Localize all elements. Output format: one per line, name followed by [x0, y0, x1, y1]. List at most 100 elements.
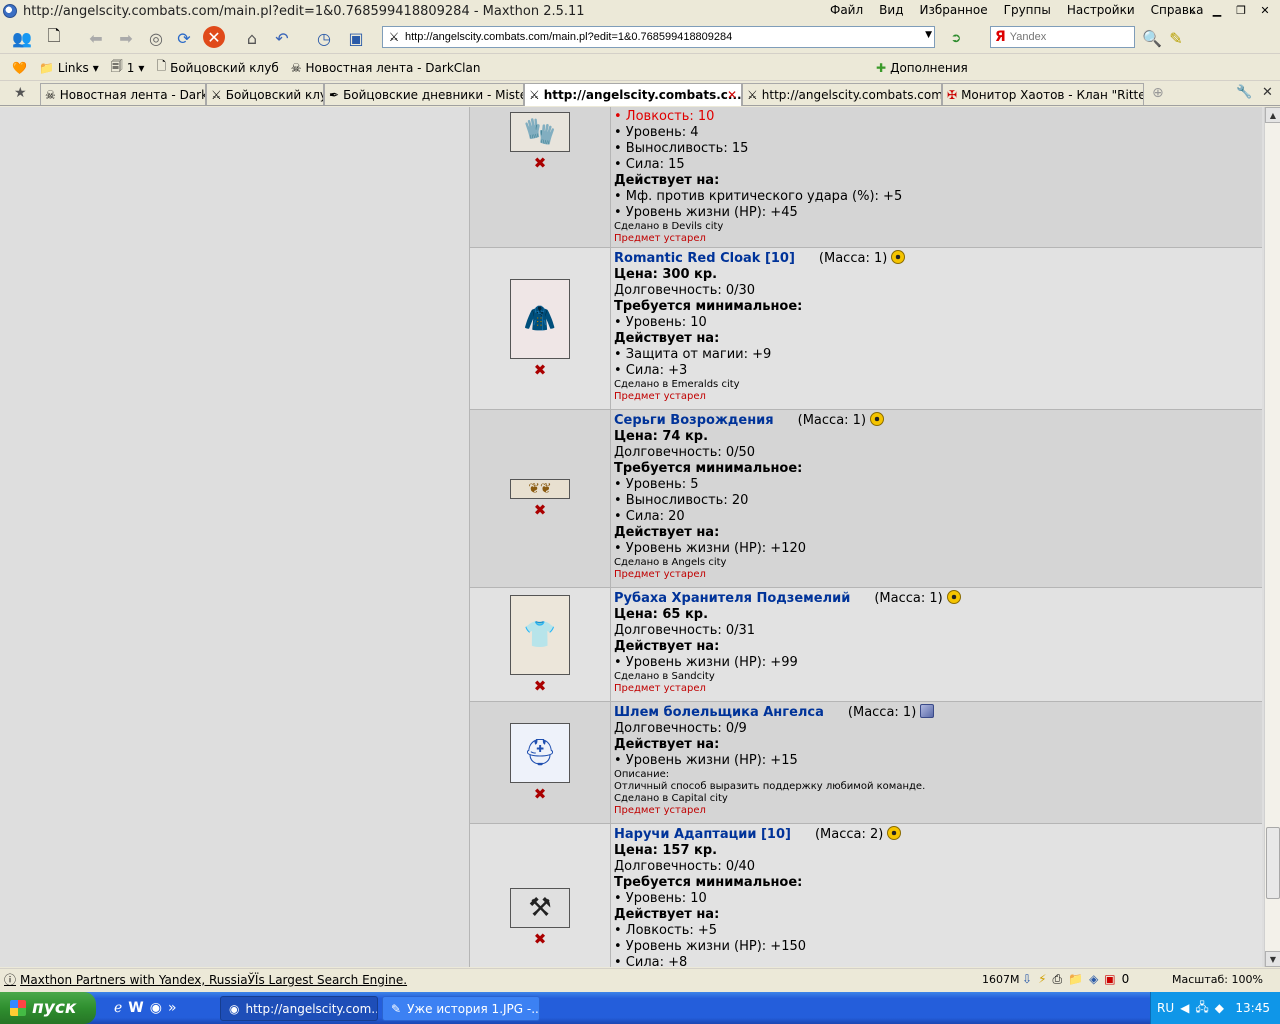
menu-settings[interactable]: Настройки: [1059, 3, 1143, 17]
close-button[interactable]: ✕: [1254, 2, 1276, 18]
cloak-icon[interactable]: 🧥: [510, 278, 570, 359]
scroll-thumb[interactable]: [1266, 827, 1280, 899]
clock-icon[interactable]: ◷: [312, 26, 336, 50]
chevron-down-icon[interactable]: ⌄: [1182, 2, 1204, 18]
taskbar: пуск ℯ W ◉ » ◉ http://angelscity.com.... …: [0, 992, 1280, 1024]
addons-button[interactable]: ✚ Дополнения: [876, 61, 968, 75]
close-tab-icon[interactable]: ✕: [727, 88, 737, 102]
back-icon[interactable]: ⬅: [84, 26, 108, 50]
item-name-link[interactable]: Рубаха Хранителя Подземелий: [614, 591, 850, 606]
scroll-up-icon[interactable]: ▲: [1265, 107, 1280, 123]
item-name-link[interactable]: Romantic Red Cloak [10]: [614, 251, 795, 266]
close-all-icon[interactable]: ✕: [1262, 85, 1273, 100]
home-icon[interactable]: ⌂: [240, 26, 264, 50]
bracers-icon[interactable]: ⚒: [510, 888, 570, 928]
tab-darkclan[interactable]: ☠Новостная лента - DarkClan: [40, 83, 206, 105]
start-button[interactable]: пуск: [0, 992, 96, 1024]
screen-icon[interactable]: ▣: [344, 26, 368, 50]
delete-icon[interactable]: ✖: [534, 677, 547, 695]
search-input[interactable]: [1009, 31, 1110, 43]
history-drop-icon[interactable]: ◎: [144, 26, 168, 50]
screenshot-icon[interactable]: ◈: [1089, 972, 1098, 987]
star-icon[interactable]: ★: [14, 85, 27, 101]
item-name-link[interactable]: Шлем болельщика Ангелса: [614, 705, 824, 720]
status-message[interactable]: ⓘ Maxthon Partners with Yandex, RussiaЎЇs…: [4, 971, 407, 988]
search-box: Я: [990, 26, 1135, 48]
new-tab-icon[interactable]: 🗋: [42, 26, 66, 50]
vertical-scrollbar[interactable]: ▲ ▼: [1264, 107, 1280, 967]
scroll-down-icon[interactable]: ▼: [1265, 951, 1280, 967]
popup-block-icon[interactable]: ▣: [1104, 972, 1115, 987]
menu-favorites[interactable]: Избранное: [911, 3, 995, 17]
image-viewer-icon: ✎: [391, 1001, 402, 1016]
search-icon[interactable]: 🔍: [1140, 26, 1164, 50]
folder-icon[interactable]: 📁: [1068, 972, 1083, 987]
shirt-icon[interactable]: 👕: [510, 594, 570, 675]
taskbar-button-image[interactable]: ✎ Уже история 1.JPG -...: [382, 996, 540, 1021]
delete-icon[interactable]: ✖: [534, 501, 547, 519]
menu-bar: Файл Вид Избранное Группы Настройки Спра…: [822, 3, 1212, 17]
users-icon[interactable]: 👥: [10, 26, 34, 50]
stop-icon[interactable]: ✕: [203, 26, 225, 48]
tab-angelscity-main[interactable]: ⚔ http://angelscity.combats.c... ✕: [524, 83, 742, 106]
earrings-icon[interactable]: ❦❦: [510, 478, 570, 499]
group-1[interactable]: 🗐 1 ▾: [111, 57, 145, 78]
folder-icon: 📁: [38, 60, 54, 75]
quick-launch: ℯ W ◉ »: [114, 1000, 177, 1016]
gift-box-icon: [920, 704, 935, 718]
restore-button[interactable]: ❐: [1230, 2, 1252, 18]
back-circle-icon[interactable]: ◀: [1180, 1001, 1189, 1015]
chevron-right-icon[interactable]: »: [168, 1000, 177, 1016]
taskbar-button-maxthon[interactable]: ◉ http://angelscity.com....: [220, 996, 378, 1021]
delete-icon[interactable]: ✖: [534, 930, 547, 948]
chevron-down-icon[interactable]: ▼: [925, 30, 932, 40]
tab-fight-club[interactable]: ⚔ Бойцовский клуб: [206, 83, 324, 105]
forward-icon[interactable]: ➡: [114, 26, 138, 50]
menu-view[interactable]: Вид: [871, 3, 911, 17]
wrench-icon[interactable]: 🔧: [1236, 85, 1252, 100]
menu-groups[interactable]: Группы: [996, 3, 1059, 17]
swords-icon: ⚔: [747, 87, 758, 102]
tab-chaos-monitor[interactable]: ✠Монитор Хаотов - Клан "Ritter ...: [942, 83, 1144, 105]
page-icon: 🗋: [156, 59, 167, 73]
link-fight-club[interactable]: 🗋 Бойцовский клуб: [156, 57, 278, 78]
favorites-heart-icon[interactable]: 🧡: [12, 61, 27, 75]
refresh-icon[interactable]: ⟳: [172, 26, 196, 50]
item-name-link[interactable]: Серьги Возрождения: [614, 413, 774, 428]
security-icon[interactable]: ◆: [1215, 1001, 1224, 1015]
page-content: 🧤 ✖ • Ловкость: 10 • Уровень: 4 • Выносл…: [0, 107, 1280, 967]
item-name-link[interactable]: Наручи Адаптации [10]: [614, 827, 791, 842]
tab-bar: ★ ☠Новостная лента - DarkClan ⚔Бойцовски…: [0, 82, 1280, 106]
tab-angelscity-2[interactable]: ⚔ http://angelscity.combats.com/l...: [742, 83, 942, 105]
minimize-button[interactable]: ▁: [1206, 2, 1228, 18]
delete-icon[interactable]: ✖: [534, 361, 547, 379]
menu-file[interactable]: Файл: [822, 3, 871, 17]
go-icon[interactable]: ➲: [944, 26, 968, 50]
browser-icon[interactable]: ◉: [150, 1000, 162, 1016]
artifact-icon: [870, 412, 885, 426]
new-tab-plus-icon[interactable]: ⊕: [1152, 85, 1164, 101]
download-icon[interactable]: ⇩: [1022, 972, 1032, 987]
language-indicator[interactable]: RU: [1157, 1001, 1174, 1015]
network-icon[interactable]: 🖧: [1195, 998, 1208, 1019]
list-item: 👕 ✖ Рубаха Хранителя Подземелий (Масса: 1…: [470, 588, 1262, 702]
lightning-icon[interactable]: ⚡: [1038, 972, 1046, 987]
status-bar: ⓘ Maxthon Partners with Yandex, RussiaЎЇs…: [0, 968, 1280, 990]
word-icon[interactable]: W: [128, 1000, 143, 1016]
url-input[interactable]: [405, 31, 905, 43]
highlight-icon[interactable]: ✎: [1164, 26, 1188, 50]
zoom-level[interactable]: Масштаб: 100%: [1172, 973, 1263, 986]
helmet-icon[interactable]: ⛑: [510, 722, 570, 783]
maxthon-icon: [3, 4, 17, 18]
delete-icon[interactable]: ✖: [534, 154, 547, 172]
tab-diaries[interactable]: ✒Бойцовские дневники - Mistero...: [324, 83, 524, 105]
gloves-icon[interactable]: 🧤: [510, 112, 570, 152]
links-folder[interactable]: 📁 Links ▾: [39, 61, 99, 75]
delete-icon[interactable]: ✖: [534, 785, 547, 803]
swords-icon: ⚔: [529, 88, 540, 102]
print-icon[interactable]: ⎙: [1053, 972, 1063, 987]
undo-icon[interactable]: ↶: [270, 26, 294, 50]
ie-icon[interactable]: ℯ: [114, 1000, 122, 1016]
link-darkclan[interactable]: ☠ Новостная лента - DarkClan: [291, 61, 481, 75]
window-title: http://angelscity.combats.com/main.pl?ed…: [23, 3, 585, 19]
